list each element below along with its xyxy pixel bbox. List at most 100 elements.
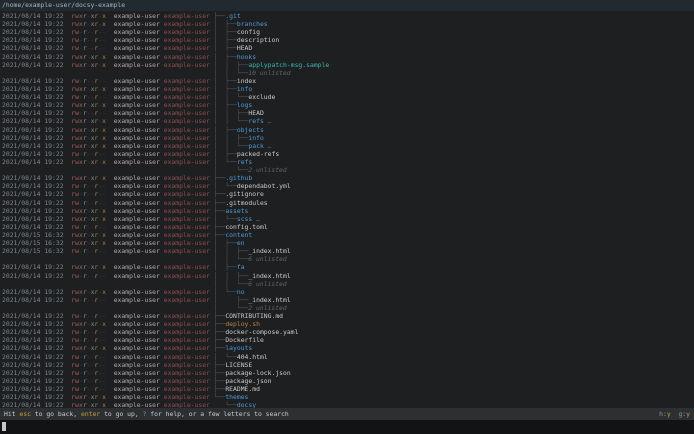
file-name[interactable]: .gitignore <box>225 190 263 198</box>
tree-row[interactable]: 2021/08/14 19:22 rw-r--r-- example-user … <box>2 385 329 393</box>
tree-row[interactable]: 2021/08/14 19:22 rwxr-xr-x example-user … <box>2 53 329 61</box>
group-name: example-user <box>163 312 210 321</box>
tree-row[interactable]: 2021/08/14 19:22 rw-r--r-- example-user … <box>2 182 329 190</box>
file-name[interactable]: LICENSE <box>225 361 252 369</box>
dir-name[interactable]: fa <box>237 263 245 271</box>
group-name: example-user <box>163 368 210 377</box>
dir-name[interactable]: .github <box>225 174 252 182</box>
dir-name[interactable]: themes <box>225 393 248 401</box>
tree-row[interactable]: 2021/08/15 16:32 rwxr-xr-x example-user … <box>2 239 329 247</box>
tree-row[interactable]: 2021/08/14 19:22 rw-r--r-- example-user … <box>2 353 329 361</box>
group-name: example-user <box>163 320 210 329</box>
tree-row[interactable]: 2021/08/14 19:22 rw-r--r-- example-user … <box>2 312 329 320</box>
tree-row[interactable]: │ └──2 unlisted <box>2 304 329 312</box>
file-name[interactable]: dependabot.yml <box>237 182 291 190</box>
dir-name[interactable]: layouts <box>225 344 252 352</box>
dir-name[interactable]: scss <box>237 215 252 223</box>
tree-row[interactable]: 2021/08/14 19:22 rwxr-xr-x example-user … <box>2 126 329 134</box>
tree-row[interactable]: 2021/08/14 19:22 rwxr-xr-x example-user … <box>2 20 329 28</box>
dir-name[interactable]: refs <box>237 158 252 166</box>
tree-row[interactable]: │ │ └──10 unlisted <box>2 69 329 77</box>
group-name: example-user <box>163 84 210 93</box>
tree-row[interactable]: 2021/08/14 19:22 rwxr-xr-x example-user … <box>2 158 329 166</box>
tree-row[interactable]: 2021/08/14 19:22 rw-r--r-- example-user … <box>2 361 329 369</box>
tree-row[interactable]: 2021/08/14 19:22 rwxr-xr-x example-user … <box>2 134 329 142</box>
file-name[interactable]: Dockerfile <box>225 336 263 344</box>
tree-row[interactable]: 2021/08/14 19:22 rwxr-xr-x example-user … <box>2 142 329 150</box>
dir-name[interactable]: logs <box>237 101 252 109</box>
tree-branch-glyph: ├── <box>213 222 226 231</box>
dir-name[interactable]: assets <box>225 207 248 215</box>
tree-row[interactable]: 2021/08/14 19:22 rwxr-xr-x example-user … <box>2 117 329 125</box>
tree-row[interactable]: 2021/08/14 19:22 rwxr-xr-x example-user … <box>2 12 329 20</box>
tree-row[interactable]: │ │ └──6 unlisted <box>2 280 329 288</box>
dir-name[interactable]: no <box>237 288 245 296</box>
dir-name[interactable]: .git <box>225 12 240 20</box>
file-name[interactable]: applypatch-msg.sample <box>248 61 329 69</box>
tree-row[interactable]: 2021/08/14 19:22 rwxr-xr-x example-user … <box>2 85 329 93</box>
tree-row[interactable]: 2021/08/14 19:22 rwxr-xr-x example-user … <box>2 288 329 296</box>
dir-name[interactable]: objects <box>237 126 264 134</box>
file-name[interactable]: _index.html <box>248 272 290 280</box>
dir-name[interactable]: hooks <box>237 53 256 61</box>
file-name[interactable]: CONTRIBUTING.md <box>225 312 283 320</box>
tree-row[interactable]: │ │ └──6 unlisted <box>2 255 329 263</box>
tree-branch-glyph: │ │ ├── <box>213 133 249 142</box>
dir-name[interactable]: branches <box>237 20 268 28</box>
tree-row[interactable]: 2021/08/14 19:22 rw-r--r-- example-user … <box>2 28 329 36</box>
owner-name: example-user <box>113 141 160 150</box>
tree-row[interactable]: 2021/08/14 19:22 rwxr-xr-x example-user … <box>2 61 329 69</box>
dir-name[interactable]: info <box>248 134 263 142</box>
tree-row[interactable]: 2021/08/14 19:22 rw-r--r-- example-user … <box>2 199 329 207</box>
file-name[interactable]: index <box>237 77 256 85</box>
tree-row[interactable]: 2021/08/14 19:22 rw-r--r-- example-user … <box>2 328 329 336</box>
dir-name[interactable]: refs <box>248 117 263 125</box>
tree-row[interactable]: 2021/08/14 19:22 rw-r--r-- example-user … <box>2 296 329 304</box>
owner-name: example-user <box>113 36 160 45</box>
dir-name[interactable]: pack <box>248 142 263 150</box>
file-name[interactable]: exclude <box>248 93 275 101</box>
file-name[interactable]: description <box>237 36 279 44</box>
file-name[interactable]: docker-compose.yaml <box>225 328 298 336</box>
tree-row[interactable]: 2021/08/14 19:22 rw-r--r-- example-user … <box>2 36 329 44</box>
file-name[interactable]: packed-refs <box>237 150 279 158</box>
tree-row[interactable]: 2021/08/14 19:22 rw-r--r-- example-user … <box>2 190 329 198</box>
tree-row[interactable]: 2021/08/14 19:22 rwxr-xr-x example-user … <box>2 101 329 109</box>
tree-row[interactable]: 2021/08/15 16:32 rwxr-xr-x example-user … <box>2 231 329 239</box>
tree-row[interactable]: 2021/08/14 19:22 rw-r--r-- example-user … <box>2 336 329 344</box>
tree-row[interactable]: 2021/08/14 19:22 rw-r--r-- example-user … <box>2 150 329 158</box>
file-name[interactable]: package-lock.json <box>225 369 290 377</box>
dir-name[interactable]: en <box>237 239 245 247</box>
search-input[interactable] <box>0 420 694 434</box>
tree-row[interactable]: 2021/08/14 19:22 rwxr-xr-x example-user … <box>2 320 329 328</box>
file-name[interactable]: HEAD <box>237 44 252 52</box>
file-name[interactable]: _index.html <box>248 296 290 304</box>
tree-row[interactable]: 2021/08/14 19:22 rwxr-xr-x example-user … <box>2 207 329 215</box>
tree-row[interactable]: 2021/08/14 19:22 rwxr-xr-x example-user … <box>2 263 329 271</box>
tree-row[interactable]: 2021/08/14 19:22 rwxr-xr-x example-user … <box>2 215 329 223</box>
file-name[interactable]: deploy.sh <box>225 320 260 328</box>
file-name[interactable]: config <box>237 28 260 36</box>
tree-row[interactable]: 2021/08/14 19:22 rw-r--r-- example-user … <box>2 272 329 280</box>
group-name: example-user <box>163 198 210 207</box>
file-name[interactable]: README.md <box>225 385 260 393</box>
group-name: example-user <box>163 133 210 142</box>
tree-row[interactable]: 2021/08/14 19:22 rw-r--r-- example-user … <box>2 369 329 377</box>
owner-name: example-user <box>113 312 160 321</box>
tree-row[interactable]: │ └──2 unlisted <box>2 166 329 174</box>
file-name[interactable]: package.json <box>225 377 271 385</box>
tree-row[interactable]: 2021/08/14 19:22 rwxr-xr-x example-user … <box>2 344 329 352</box>
tree-row[interactable]: 2021/08/14 19:22 rw-r--r-- example-user … <box>2 93 329 101</box>
file-name[interactable]: config.toml <box>225 223 267 231</box>
tree-row[interactable]: 2021/08/14 19:22 rw-r--r-- example-user … <box>2 77 329 85</box>
dir-name[interactable]: info <box>237 85 252 93</box>
tree-row[interactable]: 2021/08/14 19:22 rw-r--r-- example-user … <box>2 223 329 231</box>
tree-branch-glyph: ├── <box>213 360 226 369</box>
owner-name: example-user <box>113 93 160 102</box>
file-name[interactable]: 404.html <box>237 353 268 361</box>
tree-row[interactable]: 2021/08/14 19:22 rw-r--r-- example-user … <box>2 377 329 385</box>
file-name[interactable]: _index.html <box>248 247 290 255</box>
tree-row[interactable]: 2021/08/14 19:22 rw-r--r-- example-user … <box>2 44 329 52</box>
file-name[interactable]: .gitmodules <box>225 199 267 207</box>
dir-name[interactable]: content <box>225 231 252 239</box>
